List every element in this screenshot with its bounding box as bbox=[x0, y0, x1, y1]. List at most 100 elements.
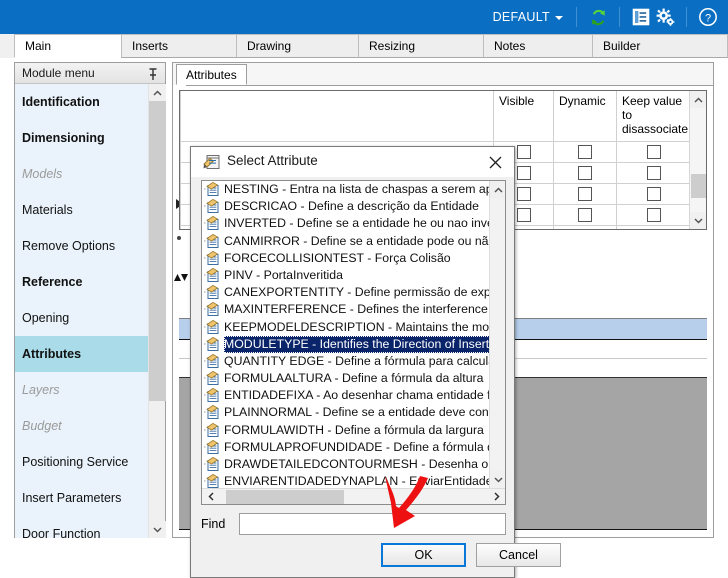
list-item[interactable]: MAXINTERFERENCE - Defines the interferen… bbox=[202, 301, 490, 318]
find-input[interactable] bbox=[239, 513, 506, 535]
list-view-icon[interactable] bbox=[629, 5, 653, 29]
sidebar-item-identification[interactable]: Identification bbox=[15, 84, 149, 120]
col-visible[interactable]: Visible bbox=[493, 91, 554, 142]
list-item[interactable]: FORMULAALTURA - Define a fórmula da altu… bbox=[202, 370, 490, 387]
checkbox-dynamic[interactable] bbox=[578, 166, 592, 181]
row-updown-icon[interactable] bbox=[174, 272, 188, 284]
attribute-node-icon bbox=[204, 405, 221, 420]
checkbox-dynamic[interactable] bbox=[578, 208, 592, 223]
sidebar-item-budget[interactable]: Budget bbox=[15, 408, 149, 444]
list-item[interactable]: NESTING - Entra na lista de chaspas a se… bbox=[202, 181, 490, 198]
cell-keep[interactable] bbox=[616, 204, 692, 226]
checkbox-keep[interactable] bbox=[647, 229, 661, 230]
checkbox-dynamic[interactable] bbox=[578, 145, 592, 160]
list-item[interactable]: QUANTITY EDGE - Define a fórmula para ca… bbox=[202, 353, 490, 370]
list-item[interactable]: PINV - PortaInveritida bbox=[202, 267, 490, 284]
tab-attributes[interactable]: Attributes bbox=[176, 64, 247, 85]
list-horizontal-scrollbar[interactable] bbox=[202, 488, 505, 504]
list-item-label: DESCRICAO - Define a descrição da Entida… bbox=[224, 199, 479, 214]
tab-builder[interactable]: Builder bbox=[592, 34, 728, 58]
list-item-selected[interactable]: MODULETYPE - Identifies the Direction of… bbox=[202, 335, 490, 353]
tab-resizing[interactable]: Resizing bbox=[358, 34, 486, 58]
list-item[interactable]: FORCECOLLISIONTEST - Força Colisão bbox=[202, 250, 490, 267]
cell-keep[interactable] bbox=[616, 225, 692, 230]
cell-keep[interactable] bbox=[616, 183, 692, 205]
list-item[interactable]: DESCRICAO - Define a descrição da Entida… bbox=[202, 198, 490, 215]
sidebar-item-dimensioning[interactable]: Dimensioning bbox=[15, 120, 149, 156]
profile-dropdown[interactable]: DEFAULT bbox=[491, 10, 567, 24]
list-item[interactable]: PLAINNORMAL - Define se a entidade deve … bbox=[202, 404, 490, 421]
cell-dynamic[interactable] bbox=[553, 162, 617, 184]
list-item[interactable]: KEEPMODELDESCRIPTION - Maintains the mod… bbox=[202, 319, 490, 336]
list-item-label: QUANTITY EDGE - Define a fórmula para ca… bbox=[224, 353, 490, 368]
grid-scrollbar[interactable] bbox=[689, 91, 706, 229]
table-header-row: Visible Dynamic Keep value to disassocia… bbox=[180, 91, 692, 142]
sidebar-item-reference[interactable]: Reference bbox=[15, 264, 149, 300]
checkbox-dynamic[interactable] bbox=[578, 229, 592, 230]
list-scroll-right-icon[interactable] bbox=[488, 489, 505, 504]
checkbox-visible[interactable] bbox=[516, 145, 531, 160]
cell-dynamic[interactable] bbox=[553, 204, 617, 226]
list-item[interactable]: CANMIRROR - Define se a entidade pode ou… bbox=[202, 233, 490, 250]
list-item[interactable]: INVERTED - Define se a entidade he ou na… bbox=[202, 215, 490, 232]
list-item[interactable]: ENTIDADEFIXA - Ao desenhar chama entidad… bbox=[202, 387, 490, 404]
cell-dynamic[interactable] bbox=[553, 183, 617, 205]
sidebar-item-attributes[interactable]: Attributes bbox=[15, 336, 149, 372]
scroll-up-icon[interactable] bbox=[149, 84, 166, 101]
col-keep-value[interactable]: Keep value to disassociate bbox=[616, 91, 692, 142]
cell-keep[interactable] bbox=[616, 141, 692, 163]
tab-notes[interactable]: Notes bbox=[483, 34, 595, 58]
help-icon[interactable]: ? bbox=[696, 5, 720, 29]
tab-inserts[interactable]: Inserts bbox=[121, 34, 239, 58]
sidebar-scroll-thumb[interactable] bbox=[149, 101, 166, 401]
attribute-list[interactable]: NESTING - Entra na lista de chaspas a se… bbox=[201, 180, 506, 505]
sidebar-item-insert-parameters[interactable]: Insert Parameters bbox=[15, 480, 149, 516]
checkbox-keep[interactable] bbox=[647, 145, 661, 160]
refresh-icon[interactable] bbox=[586, 5, 610, 29]
checkbox-keep[interactable] bbox=[647, 208, 661, 223]
list-item-label: FORMULAWIDTH - Define a fórmula da largu… bbox=[224, 422, 484, 437]
sidebar-scrollbar[interactable] bbox=[148, 84, 166, 538]
sidebar-item-remove-options[interactable]: Remove Options bbox=[15, 228, 149, 264]
list-scroll-up-icon[interactable] bbox=[490, 181, 505, 198]
cell-keep[interactable] bbox=[616, 162, 692, 184]
sidebar-item-layers[interactable]: Layers bbox=[15, 372, 149, 408]
ok-button[interactable]: OK bbox=[381, 543, 466, 567]
list-item[interactable]: FORMULAPROFUNDIDADE - Define a fórmula d… bbox=[202, 439, 490, 456]
cell-dynamic[interactable] bbox=[553, 225, 617, 230]
attribute-node-icon bbox=[204, 216, 221, 231]
scroll-down-icon[interactable] bbox=[149, 521, 166, 538]
settings-gears-icon[interactable] bbox=[653, 5, 677, 29]
list-item[interactable]: FORMULAWIDTH - Define a fórmula da largu… bbox=[202, 422, 490, 439]
checkbox-visible[interactable] bbox=[516, 208, 531, 223]
attribute-list-rows[interactable]: NESTING - Entra na lista de chaspas a se… bbox=[202, 181, 490, 488]
list-scroll-left-icon[interactable] bbox=[202, 489, 219, 504]
sidebar-item-positioning-service[interactable]: Positioning Service bbox=[15, 444, 149, 480]
checkbox-visible[interactable] bbox=[516, 187, 531, 202]
checkbox-visible[interactable] bbox=[517, 229, 531, 230]
sidebar-item-materials[interactable]: Materials bbox=[15, 192, 149, 228]
checkbox-dynamic[interactable] bbox=[578, 187, 592, 202]
grid-scroll-down-icon[interactable] bbox=[690, 212, 706, 229]
tab-main[interactable]: Main bbox=[14, 34, 124, 58]
list-item[interactable]: ENVIARENTIDADEDYNAPLAN - EnviarEntidadeD… bbox=[202, 473, 490, 488]
checkbox-keep[interactable] bbox=[647, 187, 661, 202]
checkbox-visible[interactable] bbox=[516, 166, 531, 181]
list-scroll-down-icon[interactable] bbox=[490, 471, 505, 488]
col-dynamic[interactable]: Dynamic bbox=[553, 91, 617, 142]
cell-dynamic[interactable] bbox=[553, 141, 617, 163]
cancel-button[interactable]: Cancel bbox=[476, 543, 561, 567]
list-hscroll-thumb[interactable] bbox=[226, 490, 344, 504]
list-item[interactable]: CANEXPORTENTITY - Define permissão de ex… bbox=[202, 284, 490, 301]
sidebar-item-opening[interactable]: Opening bbox=[15, 300, 149, 336]
sidebar-item-door-function[interactable]: Door Function bbox=[15, 516, 149, 538]
close-icon[interactable] bbox=[482, 151, 508, 173]
grid-scroll-up-icon[interactable] bbox=[690, 91, 706, 108]
sidebar-item-models[interactable]: Models bbox=[15, 156, 149, 192]
checkbox-keep[interactable] bbox=[647, 166, 661, 181]
tab-drawing[interactable]: Drawing bbox=[236, 34, 361, 58]
list-item[interactable]: DRAWDETAILEDCONTOURMESH - Desenha o cont… bbox=[202, 456, 490, 473]
list-vertical-scrollbar[interactable] bbox=[489, 181, 505, 488]
grid-scroll-thumb[interactable] bbox=[691, 174, 706, 198]
module-menu-list[interactable]: Identification Dimensioning Models Mater… bbox=[15, 84, 149, 538]
